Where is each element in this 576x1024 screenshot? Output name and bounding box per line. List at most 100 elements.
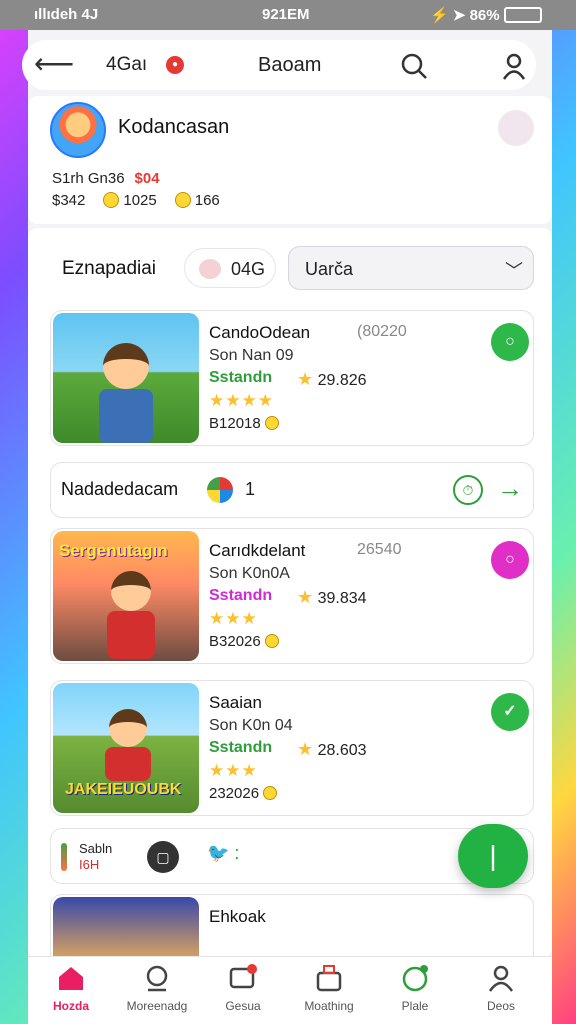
dropdown-value: Uarča	[305, 259, 354, 279]
status-badge-icon[interactable]: ○	[491, 541, 529, 579]
mini-label: Sabln	[79, 841, 113, 856]
banner-label: Nadadedacam	[61, 479, 179, 499]
bird-icon: 🐦 :	[207, 843, 240, 863]
chip-icon	[199, 259, 221, 279]
nav-label: Hozda	[53, 999, 89, 1013]
location-icon	[146, 965, 168, 992]
game-card[interactable]: Sergenutagın Carıdkdelant 26540 Son K0n0…	[50, 528, 534, 664]
profile-stats-line: S1rh Gn36 $04	[52, 170, 160, 187]
nav-matching[interactable]: Moathing	[286, 963, 372, 1013]
game-subtitle: Son Nan 09	[209, 347, 294, 364]
game-id: (80220	[357, 323, 407, 340]
nav-label: Moathing	[304, 999, 354, 1013]
game-title: Saaian	[209, 693, 262, 712]
nav-recommend[interactable]: Moreenadg	[114, 963, 200, 1013]
game-thumbnail	[53, 313, 199, 443]
check-badge-icon[interactable]: ✓	[491, 693, 529, 731]
profile-card: Kodancasan S1rh Gn36 $04 $342 1025 166	[28, 96, 552, 224]
back-arrow-icon[interactable]: ⟵	[34, 50, 74, 78]
battery-percent: 86%	[469, 7, 500, 24]
sort-dropdown[interactable]: Uarča ﹀	[288, 246, 534, 290]
game-status: Sstandn	[209, 739, 273, 756]
game-price: B12018	[209, 415, 279, 432]
game-rating: ★ 28.603	[297, 739, 367, 760]
timer-icon[interactable]: ⏱	[453, 475, 483, 505]
game-subtitle: Son K0n 04	[209, 717, 293, 734]
floating-action-button[interactable]: |	[458, 824, 528, 888]
page-title: Baoam	[258, 54, 322, 76]
game-card[interactable]: JAKEIEUOUBK Saaian Son K0n 04 Sstandn ★ …	[50, 680, 534, 816]
battery-icon	[503, 7, 542, 23]
game-title: CandoOdean	[209, 323, 311, 342]
profile-icon	[488, 965, 514, 992]
arrow-right-icon[interactable]: →	[497, 473, 523, 504]
filter-chip[interactable]: 04G	[184, 248, 276, 288]
coin-icon	[174, 192, 191, 208]
star-rating: ★★★	[209, 761, 258, 780]
message-icon[interactable]: ▢	[147, 841, 179, 873]
home-icon	[59, 967, 83, 990]
star-icon: ★	[297, 587, 314, 607]
star-rating: ★★★★	[209, 391, 274, 410]
game-thumbnail: Sergenutagın	[53, 531, 199, 661]
mini-sublabel: I6H	[79, 857, 100, 872]
clock: 921EM	[262, 6, 310, 23]
price-value: B32026	[209, 633, 261, 650]
banner-count: 1	[245, 479, 256, 499]
game-status: Sstandn	[209, 369, 273, 386]
color-bar	[61, 843, 67, 871]
profile-name: Kodancasan	[118, 116, 230, 138]
search-icon[interactable]	[400, 52, 428, 80]
nav-label: Gesua	[225, 999, 261, 1013]
rating-value: 39.834	[317, 590, 367, 607]
game-thumbnail	[53, 897, 199, 958]
nav-label: Plale	[401, 999, 429, 1013]
game-title: Ehkoak	[209, 907, 266, 926]
battery-group: ⚡ ➤ 86%	[430, 6, 542, 24]
game-status: Sstandn	[209, 587, 273, 604]
play-icon	[402, 965, 428, 992]
price-value: 232026	[209, 785, 260, 802]
coin-icon	[263, 786, 278, 800]
signal-text: ıllıdeh 4J	[34, 6, 99, 23]
nav-play[interactable]: Plale	[372, 963, 458, 1013]
nav-label: Deos	[486, 999, 515, 1013]
gear-icon[interactable]	[498, 110, 534, 146]
stats-text: S1rh Gn36	[52, 170, 125, 187]
nav-games[interactable]: Gesua	[200, 963, 286, 1013]
rating-value: 28.603	[317, 742, 367, 759]
google-icon	[207, 477, 233, 503]
avatar[interactable]	[50, 102, 106, 158]
chip-text: 04G	[231, 259, 266, 279]
chevron-down-icon: ﹀	[505, 261, 523, 281]
store-icon	[316, 965, 342, 992]
coins-value-1: 1025	[123, 192, 157, 209]
status-bar: ıllıdeh 4J 921EM ⚡ ➤ 86%	[0, 0, 576, 30]
star-icon: ★	[297, 369, 314, 389]
nav-home[interactable]: Hozda	[28, 963, 114, 1013]
cash-value: $342	[52, 192, 86, 209]
top-app-bar: ⟵ 4Gaı ● Baoam	[22, 40, 536, 90]
coins-value-2: 166	[194, 192, 220, 209]
nav-profile[interactable]: Deos	[458, 963, 544, 1013]
notification-dot-icon: ●	[166, 56, 184, 74]
status-badge-icon[interactable]: ○	[491, 323, 529, 361]
coin-icon	[264, 634, 279, 648]
game-rating: ★ 29.826	[297, 369, 367, 390]
coin-icon	[103, 192, 120, 208]
user-icon[interactable]	[500, 52, 528, 80]
game-id: 26540	[357, 541, 402, 558]
game-card[interactable]: Ehkoak	[50, 894, 534, 958]
bottom-nav: Hozda Moreenadg Gesua Moathing Plale Deo…	[28, 956, 552, 1024]
thumbnail-title: Sergenutagın	[59, 541, 168, 560]
header-tag: 4Gaı	[106, 54, 148, 75]
game-card[interactable]: CandoOdean (80220 Son Nan 09 Sstandn ★ 2…	[50, 310, 534, 446]
promo-banner[interactable]: Nadadedacam 1 ⏱ →	[50, 462, 534, 518]
rating-value: 29.826	[317, 372, 367, 389]
game-price: 232026	[209, 785, 278, 802]
stats-red-value: $04	[134, 170, 160, 187]
profile-balance-line: $342 1025 166	[52, 192, 220, 209]
price-value: B12018	[209, 415, 261, 432]
thumbnail-title: JAKEIEUOUBK	[65, 781, 182, 798]
star-rating: ★★★	[209, 609, 258, 628]
